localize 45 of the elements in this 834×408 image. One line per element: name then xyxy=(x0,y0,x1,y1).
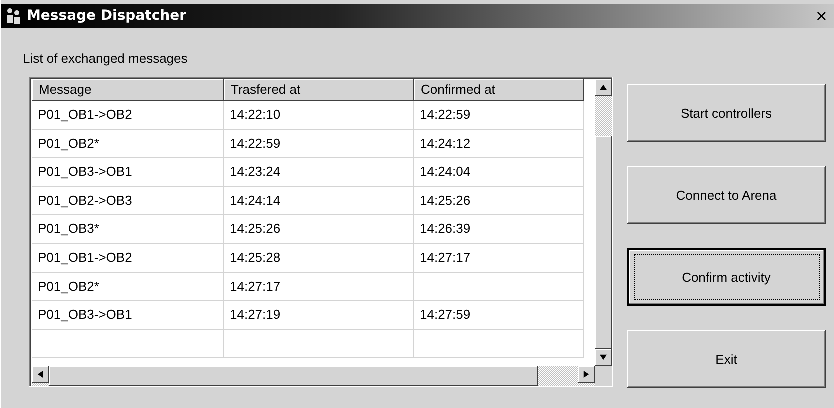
window-title: Message Dispatcher xyxy=(27,8,187,24)
right-arrow-icon xyxy=(583,371,590,378)
column-header[interactable]: Trasfered at xyxy=(224,79,414,101)
up-arrow-icon xyxy=(600,84,607,91)
horizontal-scrollbar[interactable] xyxy=(32,366,595,386)
action-button[interactable]: Confirm activity xyxy=(627,248,826,306)
table-cell: 14:25:26 xyxy=(224,215,414,244)
table-cell: P01_OB2* xyxy=(32,272,224,302)
column-header[interactable]: Message xyxy=(32,79,224,101)
table-cell: 14:22:59 xyxy=(414,101,584,130)
table-cell: P01_OB1->OB2 xyxy=(32,244,224,273)
scroll-right-button[interactable] xyxy=(578,366,595,383)
scrollbar-corner xyxy=(595,366,612,386)
table-cell: 14:22:10 xyxy=(224,101,414,130)
table-cell: 14:22:59 xyxy=(224,130,414,158)
table-cell: P01_OB1->OB2 xyxy=(32,101,224,130)
table-cell: P01_OB3->OB1 xyxy=(32,301,224,330)
scroll-down-button[interactable] xyxy=(595,349,612,366)
table-cell: P01_OB2* xyxy=(32,130,224,158)
column-header[interactable]: Confirmed at xyxy=(414,79,584,101)
app-icon xyxy=(5,7,23,25)
table-cell: 14:24:04 xyxy=(414,158,584,187)
table-cell: P01_OB3->OB1 xyxy=(32,158,224,187)
table-cell: 14:23:24 xyxy=(224,158,414,187)
action-button[interactable]: Start controllers xyxy=(627,84,826,142)
table-cell: P01_OB3* xyxy=(32,215,224,244)
table-cell: 14:27:17 xyxy=(224,272,414,302)
table-cell: 14:24:12 xyxy=(414,130,584,158)
close-button[interactable]: × xyxy=(813,7,830,25)
down-arrow-icon xyxy=(600,354,607,361)
table-cell: 14:25:26 xyxy=(414,186,584,216)
action-button[interactable]: Connect to Arena xyxy=(627,166,826,224)
table-cell: 14:26:39 xyxy=(414,215,584,244)
left-arrow-icon xyxy=(37,371,44,378)
action-button[interactable]: Exit xyxy=(627,330,826,388)
table-cell: P01_OB2->OB3 xyxy=(32,186,224,216)
list-label: List of exchanged messages xyxy=(23,51,189,66)
table-cell: 14:27:17 xyxy=(414,244,584,273)
table-cell: 14:27:59 xyxy=(414,301,584,330)
vertical-scrollbar[interactable] xyxy=(595,79,612,366)
table-cell: 14:25:28 xyxy=(224,244,414,273)
scroll-left-button[interactable] xyxy=(32,366,49,383)
table-cell: 14:24:14 xyxy=(224,186,414,216)
scroll-up-button[interactable] xyxy=(595,79,612,96)
table-cell: 14:27:19 xyxy=(224,301,414,330)
